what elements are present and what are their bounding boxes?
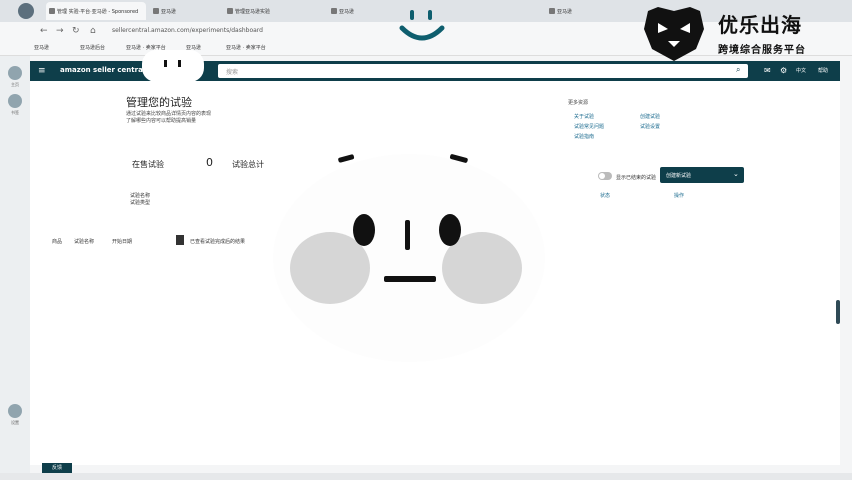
active-experiments-count: 0 [206, 156, 213, 169]
resources-title: 更多资源 [568, 100, 589, 106]
tab-favicon-icon [549, 8, 555, 14]
bookmark-item[interactable]: 亚马逊后台 [80, 44, 105, 51]
search-icon[interactable]: ⌕ [736, 65, 740, 75]
scrollbar-thumb[interactable] [836, 300, 840, 324]
filter-label: 试验名称 [130, 193, 151, 199]
page-description: 通过试验来比较商品详情页内容的表现 [126, 111, 212, 117]
resource-link[interactable]: 试验设置 [640, 123, 660, 130]
tab-start-date[interactable]: 开始日期 [112, 238, 132, 245]
brand-title: 优乐出海 [718, 13, 802, 37]
back-icon[interactable]: ← [40, 26, 48, 36]
amazon-logo[interactable]: amazon seller central [60, 66, 145, 74]
resource-link[interactable]: 创建试验 [640, 113, 660, 120]
forward-icon[interactable]: → [56, 26, 64, 36]
resource-link[interactable]: 试验常见问题 [574, 123, 604, 130]
sticker-face-large [273, 154, 545, 362]
search-input[interactable]: 搜索 ⌕ [218, 64, 748, 78]
chevron-down-icon: ⌄ [733, 170, 739, 178]
browser-tab[interactable]: 管理亚马逊实验 [224, 2, 324, 20]
column-header-status[interactable]: 状态 [600, 192, 610, 199]
lion-logo-icon [644, 7, 704, 61]
browser-tab[interactable]: 亚马逊 [546, 2, 606, 20]
sidebar-label: 主页 [11, 82, 19, 87]
tab-experiment-name[interactable]: 试验名称 [74, 238, 94, 245]
language-selector[interactable]: 中文 [796, 67, 806, 74]
page-description: 了解哪些内容可以帮助提高销量 [126, 118, 197, 124]
home-icon[interactable]: ⌂ [90, 26, 96, 36]
reload-icon[interactable]: ↻ [72, 26, 80, 36]
resource-link[interactable]: 关于试验 [574, 113, 594, 120]
gear-icon[interactable]: ⚙ [780, 66, 787, 76]
checkbox[interactable] [176, 235, 184, 245]
sticker-face-small [142, 50, 204, 82]
brand-watermark: 优乐出海 跨境综合服务平台 [636, 3, 846, 63]
settings-icon[interactable] [8, 94, 22, 108]
select-value: 创建新试验 [666, 173, 692, 179]
page-title: 管理您的试验 [126, 96, 192, 109]
url-field[interactable]: sellercentral.amazon.com/experiments/das… [112, 27, 263, 34]
toggle-knob [599, 173, 605, 179]
search-placeholder: 搜索 [226, 69, 239, 76]
bookmark-icon[interactable] [8, 404, 22, 418]
total-experiments-label: 试验总计 [232, 160, 264, 169]
bookmark-item[interactable]: 亚马逊 · 卖家平台 [226, 44, 266, 51]
browser-tab[interactable]: 亚马逊 [150, 2, 220, 20]
toggle-label: 显示已结束的试验 [616, 175, 657, 181]
create-experiment-select[interactable]: 创建新试验 ⌄ [660, 167, 744, 183]
tab-products[interactable]: 商品 [52, 238, 62, 245]
bookmark-item[interactable]: 亚马逊 [34, 44, 49, 51]
mail-icon[interactable]: ✉ [764, 66, 771, 76]
home-icon[interactable] [8, 66, 22, 80]
show-ended-toggle[interactable] [598, 172, 612, 180]
feedback-button[interactable]: 反馈 [42, 463, 72, 473]
tab-favicon-icon [49, 8, 55, 14]
browser-tab[interactable]: 管理 实验·平台·亚马逊 - Sponsored [46, 2, 146, 20]
sticker-smile-top [399, 10, 445, 41]
filter-value[interactable]: 试验类型 [130, 199, 150, 206]
checkbox-label: 已查看试验完成后的结果 [190, 239, 246, 245]
menu-icon[interactable]: ≡ [38, 66, 46, 76]
taskbar [0, 473, 852, 480]
tab-favicon-icon [331, 8, 337, 14]
active-experiments-label: 在售试验 [132, 160, 164, 169]
sidebar-label: 设置 [11, 420, 19, 425]
resource-link[interactable]: 试验指南 [574, 133, 594, 140]
browser-tab[interactable]: 亚马逊 [328, 2, 388, 20]
sidebar-label: 书签 [11, 110, 19, 115]
brand-subtitle: 跨境综合服务平台 [718, 45, 806, 56]
tab-favicon-icon [227, 8, 233, 14]
tab-favicon-icon [153, 8, 159, 14]
browser-sidebar: 主页 书签 设置 [0, 56, 30, 480]
column-header-actions[interactable]: 操作 [674, 192, 684, 199]
help-link[interactable]: 帮助 [818, 67, 828, 74]
browser-logo-icon[interactable] [18, 3, 34, 19]
